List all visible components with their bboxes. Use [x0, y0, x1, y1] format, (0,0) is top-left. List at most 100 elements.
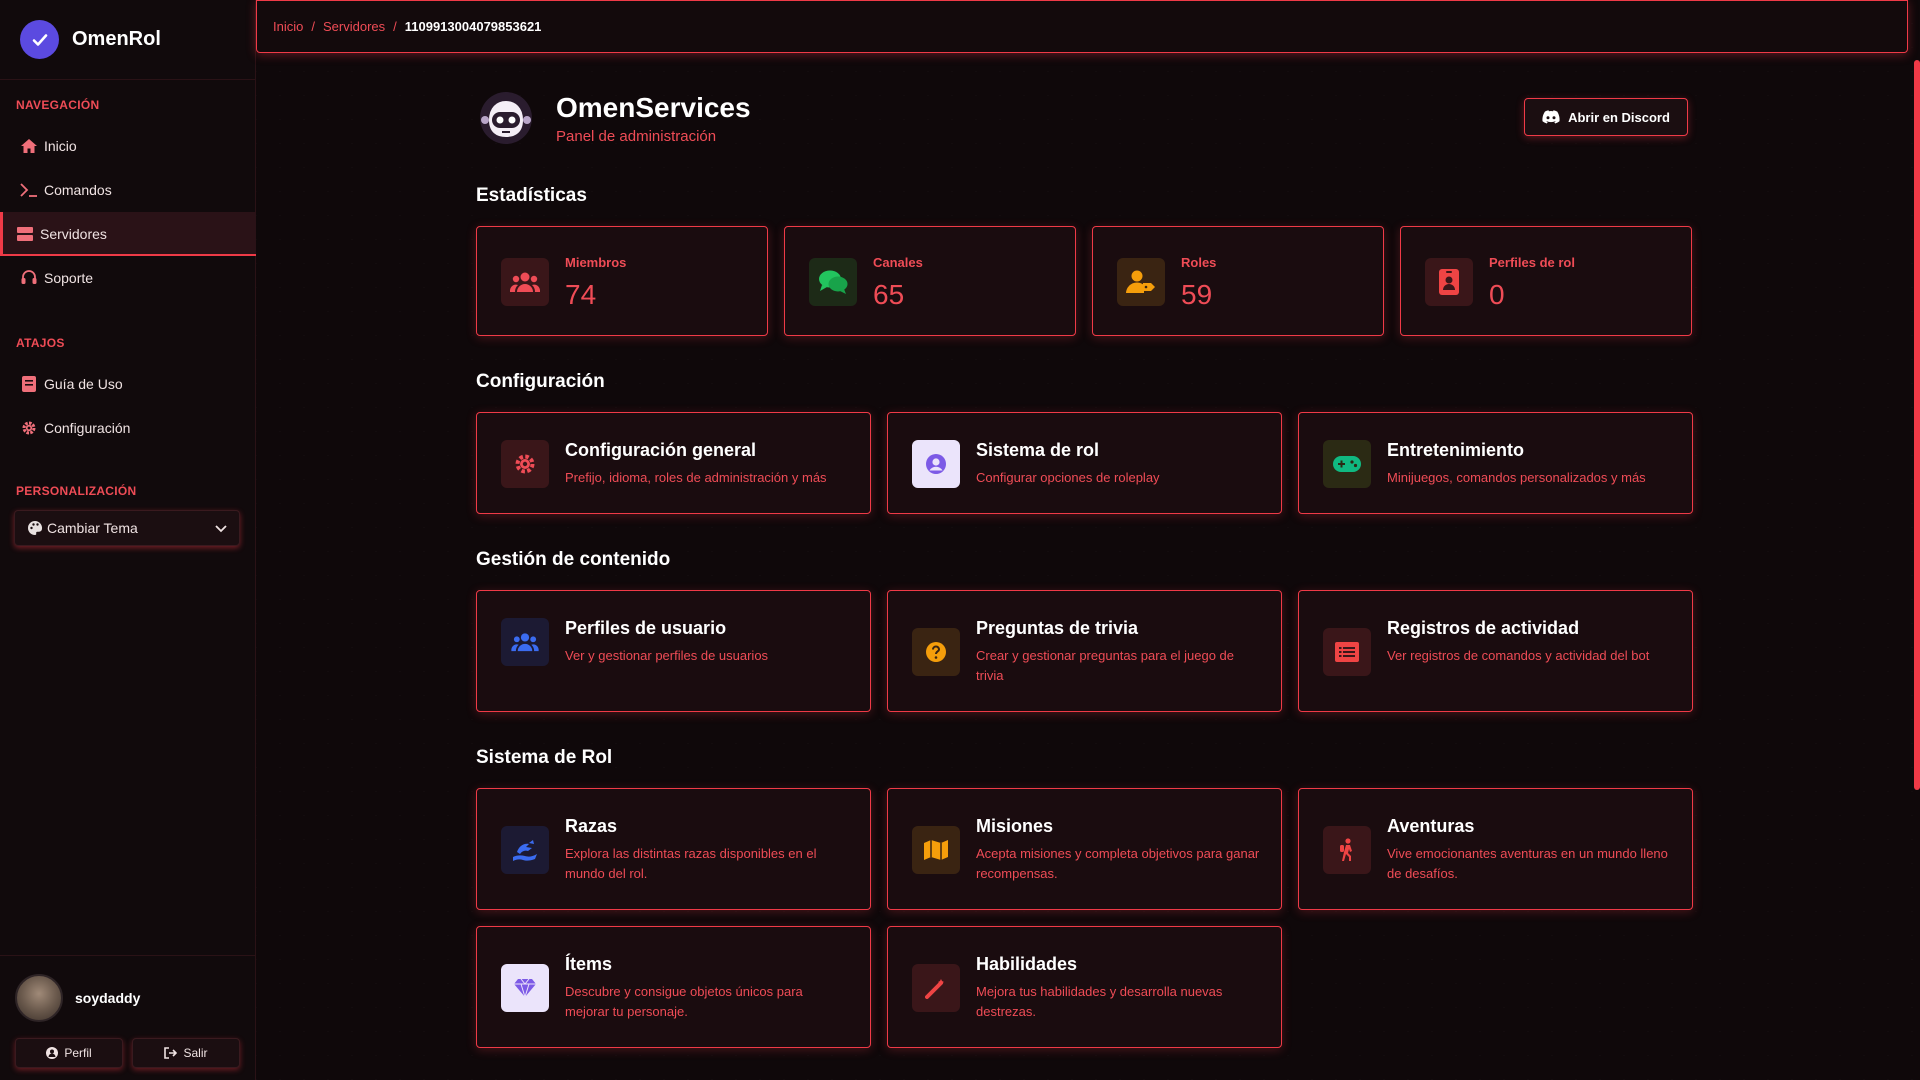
card-items[interactable]: Ítems Descubre y consigue objetos únicos… [476, 926, 871, 1048]
card-title: Entretenimiento [1387, 440, 1525, 460]
card-description: Vive emocionantes aventuras en un mundo … [1387, 846, 1668, 881]
sidebar-item-inicio[interactable]: Inicio [0, 124, 256, 168]
card-title: Habilidades [976, 954, 1078, 974]
personalization-section-label: PERSONALIZACIÓN [16, 484, 137, 498]
config-title: Configuración [476, 371, 605, 392]
stat-card-roles: Roles 59 [1092, 226, 1384, 336]
stat-value: 0 [1489, 279, 1505, 310]
logout-button-label: Salir [183, 1046, 208, 1060]
card-entretenimiento[interactable]: Entretenimiento Minijuegos, comandos per… [1298, 412, 1693, 514]
question-icon [912, 628, 960, 676]
user-circle-icon [912, 440, 960, 488]
sidebar-item-comandos[interactable]: Comandos [0, 168, 256, 212]
card-description: Mejora tus habilidades y desarrolla nuev… [976, 984, 1223, 1019]
card-description: Descubre y consigue objetos únicos para … [565, 984, 803, 1019]
check-icon [20, 20, 59, 59]
card-aventuras[interactable]: Aventuras Vive emocionantes aventuras en… [1298, 788, 1693, 910]
sidebar-item-label: Configuración [44, 420, 131, 436]
avatar[interactable] [15, 974, 63, 1022]
server-icon [16, 225, 34, 243]
logout-icon [164, 1047, 178, 1059]
sidebar: OmenRol NAVEGACIÓN Inicio Comandos Servi… [0, 0, 256, 1080]
stat-card-miembros: Miembros 74 [476, 226, 768, 336]
card-description: Ver registros de comandos y actividad de… [1387, 648, 1650, 663]
sidebar-item-configuracion[interactable]: Configuración [0, 406, 256, 450]
sidebar-item-label: Soporte [44, 270, 94, 286]
users-icon [501, 618, 549, 666]
card-title: Perfiles de usuario [565, 618, 727, 638]
card-title: Ítems [565, 954, 613, 974]
card-description: Crear y gestionar preguntas para el jueg… [976, 648, 1234, 683]
card-sistema-de-rol[interactable]: Sistema de rol Configurar opciones de ro… [887, 412, 1282, 514]
open-discord-button[interactable]: Abrir en Discord [1524, 98, 1688, 136]
breadcrumb-separator: / [393, 19, 397, 34]
card-misiones[interactable]: Misiones Acepta misiones y completa obje… [887, 788, 1282, 910]
card-registros-actividad[interactable]: Registros de actividad Ver registros de … [1298, 590, 1693, 712]
card-description: Minijuegos, comandos personalizados y má… [1387, 470, 1646, 485]
card-configuracion-general[interactable]: Configuración general Prefijo, idioma, r… [476, 412, 871, 514]
user-panel: soydaddy Perfil Salir [0, 955, 256, 1080]
main-content: Inicio / Servidores / 110991300407985362… [256, 0, 1920, 1080]
server-title: OmenServices [556, 92, 751, 123]
gem-icon [501, 964, 549, 1012]
map-icon [912, 826, 960, 874]
user-tag-icon [1117, 258, 1165, 306]
wand-icon [912, 964, 960, 1012]
gamepad-icon [1323, 440, 1371, 488]
stat-label: Miembros [565, 255, 627, 270]
sidebar-item-label: Comandos [44, 182, 112, 198]
shortcuts-section-label: ATAJOS [16, 336, 65, 350]
card-habilidades[interactable]: Habilidades Mejora tus habilidades y des… [887, 926, 1282, 1048]
sidebar-item-guia[interactable]: Guía de Uso [0, 362, 256, 406]
sidebar-item-servidores[interactable]: Servidores [0, 212, 256, 256]
profile-button-label: Perfil [64, 1046, 92, 1060]
card-title: Preguntas de trivia [976, 618, 1139, 638]
card-preguntas-trivia[interactable]: Preguntas de trivia Crear y gestionar pr… [887, 590, 1282, 712]
user-circle-icon [46, 1047, 59, 1059]
sidebar-item-label: Servidores [40, 226, 107, 242]
scrollbar[interactable] [1914, 60, 1920, 790]
stat-value: 65 [873, 279, 905, 310]
home-icon [20, 137, 38, 155]
stat-label: Perfiles de rol [1489, 255, 1575, 270]
content-title: Gestión de contenido [476, 549, 671, 570]
breadcrumb-servidores[interactable]: Servidores [323, 19, 385, 34]
card-description: Explora las distintas razas disponibles … [565, 846, 817, 881]
card-description: Acepta misiones y completa objetivos par… [976, 846, 1260, 881]
card-title: Sistema de rol [976, 440, 1100, 460]
card-description: Ver y gestionar perfiles de usuarios [565, 648, 769, 663]
gear-icon [20, 419, 38, 437]
card-title: Razas [565, 816, 618, 836]
brand[interactable]: OmenRol [0, 0, 255, 80]
card-perfiles-usuario[interactable]: Perfiles de usuario Ver y gestionar perf… [476, 590, 871, 712]
card-title: Misiones [976, 816, 1054, 836]
sidebar-item-label: Guía de Uso [44, 376, 123, 392]
nav-section-label: NAVEGACIÓN [16, 98, 100, 112]
sidebar-item-label: Inicio [44, 138, 77, 154]
server-header: OmenServices Panel de administración Abr… [476, 90, 1688, 150]
app-name: OmenRol [72, 28, 161, 50]
list-icon [1323, 628, 1371, 676]
breadcrumb: Inicio / Servidores / 110991300407985362… [256, 0, 1908, 53]
breadcrumb-separator: / [311, 19, 315, 34]
card-description: Configurar opciones de roleplay [976, 470, 1160, 485]
username: soydaddy [75, 990, 141, 1006]
gear-icon [501, 440, 549, 488]
chat-icon [809, 258, 857, 306]
breadcrumb-current: 1109913004079853621 [404, 19, 542, 34]
card-title: Aventuras [1387, 816, 1475, 836]
sidebar-item-soporte[interactable]: Soporte [0, 256, 256, 300]
stat-value: 59 [1181, 279, 1213, 310]
card-razas[interactable]: Razas Explora las distintas razas dispon… [476, 788, 871, 910]
stats-title: Estadísticas [476, 185, 587, 206]
breadcrumb-inicio[interactable]: Inicio [273, 19, 303, 34]
stat-label: Roles [1181, 255, 1217, 270]
users-icon [501, 258, 549, 306]
roleplay-title: Sistema de Rol [476, 747, 613, 768]
profile-button[interactable]: Perfil [15, 1038, 123, 1068]
stat-value: 74 [565, 279, 597, 310]
logout-button[interactable]: Salir [132, 1038, 240, 1068]
theme-select[interactable]: Cambiar Tema [14, 510, 240, 546]
discord-icon [1542, 110, 1560, 124]
stat-label: Canales [873, 255, 923, 270]
